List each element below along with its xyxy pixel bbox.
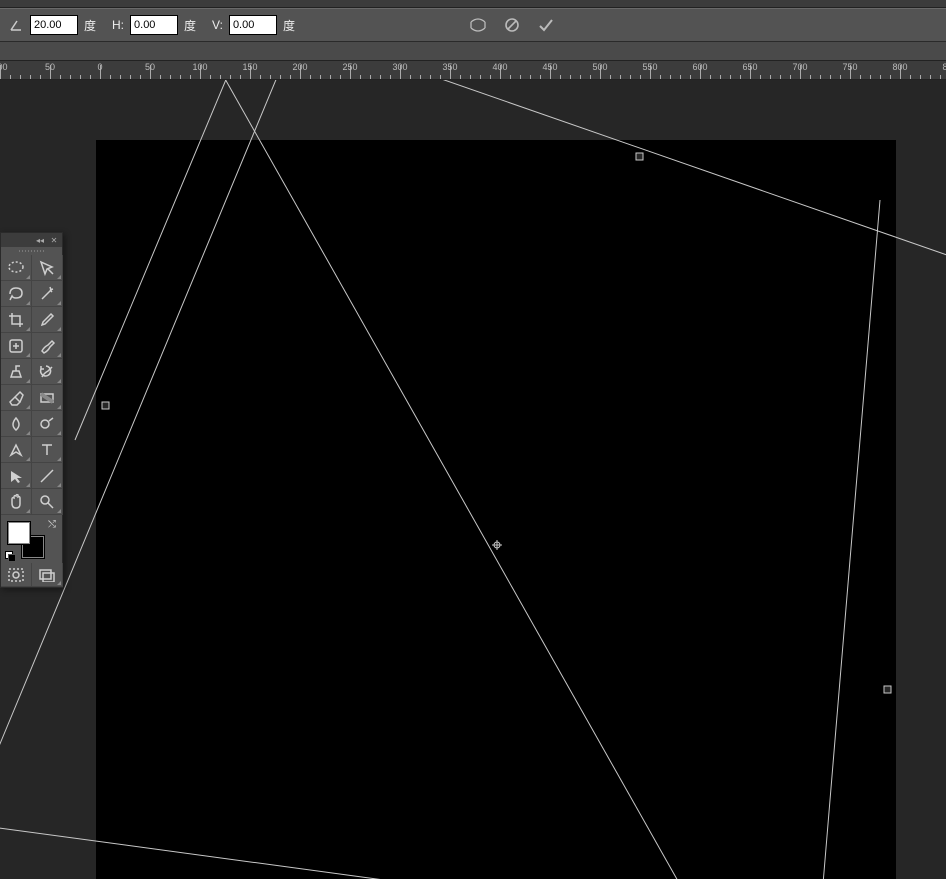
ruler-tick-label: 0	[97, 62, 102, 72]
path-selection-tool[interactable]	[1, 463, 32, 489]
close-panel-icon[interactable]: ✕	[49, 236, 59, 244]
angle-unit: 度	[84, 17, 96, 34]
v-skew-input[interactable]	[229, 15, 277, 35]
magic-wand-tool[interactable]	[32, 281, 63, 307]
ruler-tick-label: 750	[842, 62, 857, 72]
ruler-tick-label: 400	[492, 62, 507, 72]
ruler-tick-label: 650	[742, 62, 757, 72]
crop-tool[interactable]	[1, 307, 32, 333]
quick-mask-mode-button[interactable]	[1, 563, 32, 587]
ruler-tick-label: 200	[292, 62, 307, 72]
ruler-tick-label: 250	[342, 62, 357, 72]
canvas-area[interactable]	[0, 80, 946, 879]
ruler-tick-label: 100	[192, 62, 207, 72]
v-unit: 度	[283, 17, 295, 34]
ruler-tick-label: 850	[942, 62, 946, 72]
h-label: H:	[112, 18, 124, 32]
type-tool[interactable]	[32, 437, 63, 463]
move-tool[interactable]	[32, 255, 63, 281]
ruler-tick-label: 100	[0, 62, 8, 72]
hand-tool[interactable]	[1, 489, 32, 515]
warp-mode-button[interactable]	[464, 11, 492, 39]
angle-icon	[8, 17, 24, 33]
foreground-color-swatch[interactable]	[7, 521, 31, 545]
history-brush-tool[interactable]	[32, 359, 63, 385]
h-unit: 度	[184, 17, 196, 34]
clone-stamp-tool[interactable]	[1, 359, 32, 385]
brush-tool[interactable]	[32, 333, 63, 359]
swap-colors-icon[interactable]: ⤭	[48, 519, 56, 530]
gradient-tool[interactable]	[32, 385, 63, 411]
ruler-tick-label: 150	[242, 62, 257, 72]
default-colors-icon[interactable]	[5, 551, 15, 561]
menu-bar	[0, 0, 946, 8]
tools-panel[interactable]: ◂◂ ✕ ⤭	[0, 232, 63, 588]
screen-mode-button[interactable]	[32, 563, 63, 587]
collapse-panel-icon[interactable]: ◂◂	[35, 236, 45, 244]
ruler-tick-label: 700	[792, 62, 807, 72]
healing-brush-tool[interactable]	[1, 333, 32, 359]
panel-grip[interactable]	[1, 247, 62, 255]
cancel-transform-button[interactable]	[498, 11, 526, 39]
horizontal-ruler[interactable]: 1005005010015020025030035040045050055060…	[0, 60, 946, 80]
commit-transform-button[interactable]	[532, 11, 560, 39]
ruler-tick-label: 450	[542, 62, 557, 72]
blur-tool[interactable]	[1, 411, 32, 437]
pen-tool[interactable]	[1, 437, 32, 463]
options-bar: 度 H: 度 V: 度	[0, 8, 946, 42]
ruler-tick-label: 550	[642, 62, 657, 72]
ruler-tick-label: 50	[45, 62, 55, 72]
document-canvas[interactable]	[96, 140, 896, 879]
eyedropper-tool[interactable]	[32, 307, 63, 333]
line-tool[interactable]	[32, 463, 63, 489]
ruler-tick-label: 50	[145, 62, 155, 72]
tools-panel-titlebar[interactable]: ◂◂ ✕	[1, 233, 62, 247]
ruler-tick-label: 600	[692, 62, 707, 72]
ruler-tick-label: 800	[892, 62, 907, 72]
dodge-tool[interactable]	[32, 411, 63, 437]
h-skew-input[interactable]	[130, 15, 178, 35]
zoom-tool[interactable]	[32, 489, 63, 515]
ruler-tick-label: 500	[592, 62, 607, 72]
ruler-tick-label: 300	[392, 62, 407, 72]
v-label: V:	[212, 18, 223, 32]
color-swatches: ⤭	[1, 515, 62, 563]
lasso-tool[interactable]	[1, 281, 32, 307]
angle-input[interactable]	[30, 15, 78, 35]
eraser-tool[interactable]	[1, 385, 32, 411]
marquee-elliptical-tool[interactable]	[1, 255, 32, 281]
ruler-tick-label: 350	[442, 62, 457, 72]
